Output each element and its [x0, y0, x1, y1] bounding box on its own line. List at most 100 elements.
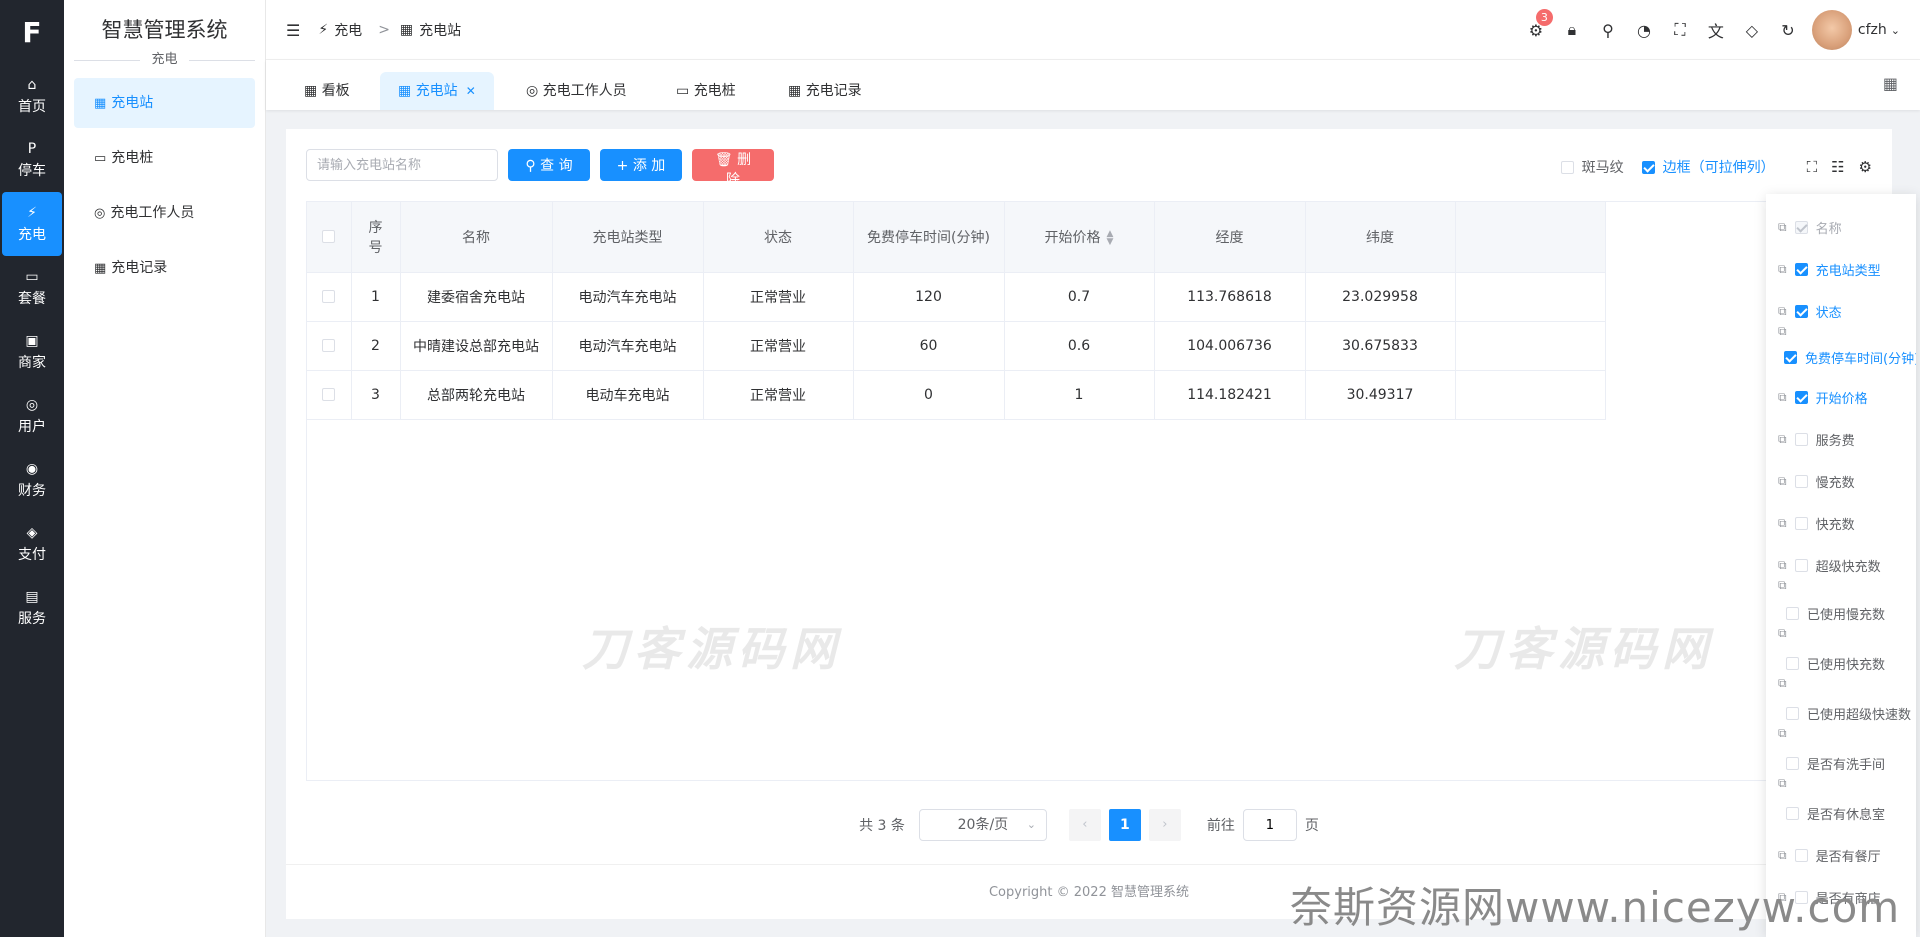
drag-handle-row[interactable]: ⧉	[1778, 626, 1795, 641]
settings-icon[interactable]: ⚙	[1859, 158, 1872, 176]
rail-item-merchant[interactable]: ▣ 商家	[0, 320, 64, 384]
apps-grid-icon[interactable]: ▦	[1883, 74, 1898, 93]
column-checkbox[interactable]	[1794, 391, 1808, 404]
drag-handle-icon[interactable]: ⧉	[1778, 324, 1787, 339]
page-number-current[interactable]: 1	[1108, 809, 1141, 841]
tab-station[interactable]: ▦ 充电站 ✕	[380, 72, 494, 110]
column-option[interactable]: ⧉ 是否有餐厅	[1778, 846, 1881, 865]
drag-handle-icon[interactable]: ⧉	[1778, 516, 1787, 531]
drag-handle-icon[interactable]: ⧉	[1778, 726, 1787, 741]
drag-handle-icon[interactable]: ⧉	[1778, 848, 1787, 863]
rail-item-service[interactable]: ▤ 服务	[0, 576, 64, 640]
stripe-checkbox[interactable]	[1560, 160, 1574, 174]
stripe-label[interactable]: 斑马纹	[1582, 157, 1624, 177]
column-option[interactable]: 是否有洗手间	[1786, 754, 1885, 773]
column-option[interactable]: ⧉ 慢充数	[1778, 472, 1855, 491]
next-page-button[interactable]: ›	[1148, 809, 1181, 841]
fullscreen-icon[interactable]: ⛶	[1807, 158, 1818, 176]
drag-handle-icon[interactable]: ⧉	[1778, 776, 1787, 791]
drag-handle-icon[interactable]: ⧉	[1778, 474, 1787, 489]
column-checkbox[interactable]	[1794, 475, 1808, 488]
drag-handle-icon[interactable]: ⧉	[1778, 676, 1787, 691]
column-option[interactable]: ⧉ 名称	[1778, 218, 1842, 237]
column-option[interactable]: 已使用慢充数	[1786, 604, 1885, 623]
column-checkbox[interactable]	[1786, 757, 1799, 770]
drag-handle-row[interactable]: ⧉	[1778, 726, 1795, 741]
drag-handle-icon[interactable]: ⧉	[1778, 626, 1787, 641]
column-checkbox[interactable]	[1794, 263, 1808, 276]
row-checkbox[interactable]	[322, 388, 336, 401]
breadcrumb-parent[interactable]: 充电	[334, 20, 362, 40]
drag-handle-row[interactable]: ⧉	[1778, 578, 1795, 593]
column-option[interactable]: ⧉ 服务费	[1778, 430, 1855, 449]
column-option[interactable]: ⧉ 开始价格	[1778, 388, 1868, 407]
drag-handle-icon[interactable]: ⧉	[1778, 220, 1787, 235]
border-label[interactable]: 边框（可拉伸列）	[1663, 157, 1775, 177]
column-option[interactable]: 是否有休息室	[1786, 804, 1885, 823]
avatar[interactable]	[1811, 10, 1852, 50]
sidebar-item-station[interactable]: ▦ 充电站	[74, 78, 255, 128]
add-button[interactable]: + 添 加	[600, 149, 682, 181]
select-all-checkbox[interactable]	[322, 230, 336, 244]
tab-staff[interactable]: ◎ 充电工作人员	[508, 72, 645, 110]
close-icon[interactable]: ✕	[466, 84, 476, 98]
table-row[interactable]: 2 中晴建设总部充电站 电动汽车充电站 正常营业 60 0.6 104.0067…	[307, 321, 1606, 371]
sidebar-item-staff[interactable]: ◎ 充电工作人员	[74, 188, 255, 238]
user-menu[interactable]: cfzh ⌄	[1811, 10, 1900, 50]
column-header-sortable[interactable]: 开始价格 ▲ ▼	[1004, 202, 1155, 273]
drag-handle-icon[interactable]: ⧉	[1778, 304, 1787, 319]
table-row[interactable]: 1 建委宿舍充电站 电动汽车充电站 正常营业 120 0.7 113.76861…	[307, 272, 1606, 322]
column-checkbox[interactable]	[1794, 305, 1808, 318]
rail-item-parking[interactable]: P 停车	[0, 128, 64, 192]
table-row[interactable]: 3 总部两轮充电站 电动车充电站 正常营业 0 1 114.182421 30.…	[307, 370, 1606, 420]
drag-handle-icon[interactable]: ⧉	[1778, 432, 1787, 447]
drag-handle-icon[interactable]: ⧉	[1778, 558, 1787, 573]
goto-page-input[interactable]	[1242, 809, 1297, 841]
notification-icon[interactable]: ⚙ 3	[1518, 8, 1554, 40]
bell-icon[interactable]: ◔	[1626, 21, 1662, 40]
drag-handle-icon[interactable]: ⧉	[1778, 262, 1787, 277]
rail-item-payment[interactable]: ◈ 支付	[0, 512, 64, 576]
search-icon[interactable]: ⚲	[1590, 21, 1626, 40]
tab-records[interactable]: ▦ 充电记录	[770, 72, 880, 110]
drag-handle-row[interactable]: ⧉	[1778, 324, 1795, 339]
column-option[interactable]: ⧉ 状态	[1778, 302, 1842, 321]
row-checkbox[interactable]	[322, 339, 336, 352]
sort-icon[interactable]: ▲ ▼	[1107, 229, 1114, 246]
drag-handle-row[interactable]: ⧉	[1778, 676, 1795, 691]
density-icon[interactable]: ☷	[1831, 158, 1844, 176]
column-checkbox[interactable]	[1786, 807, 1799, 820]
sidebar-item-records[interactable]: ▦ 充电记录	[74, 243, 255, 293]
tab-pile[interactable]: ▭ 充电桩	[658, 72, 754, 110]
border-checkbox[interactable]	[1641, 160, 1655, 174]
column-option[interactable]: ⧉ 充电站类型	[1778, 260, 1881, 279]
drag-handle-icon[interactable]: ⧉	[1778, 390, 1787, 405]
column-checkbox[interactable]	[1786, 607, 1799, 620]
column-option[interactable]: 免费停车时间(分钟)	[1784, 348, 1916, 367]
column-checkbox[interactable]	[1794, 559, 1808, 572]
query-button[interactable]: ⚲ 查 询	[508, 149, 590, 181]
sidebar-item-pile[interactable]: ▭ 充电桩	[74, 133, 255, 183]
column-checkbox[interactable]	[1786, 707, 1799, 720]
collapse-menu-icon[interactable]: ☰	[286, 21, 300, 40]
column-option[interactable]: 已使用快充数	[1786, 654, 1885, 673]
page-size-select[interactable]: 20条/页 ⌄	[918, 809, 1047, 841]
translate-icon[interactable]: 文	[1698, 18, 1734, 42]
column-checkbox[interactable]	[1794, 517, 1808, 530]
tab-dashboard[interactable]: ▦ 看板	[286, 72, 368, 110]
column-option[interactable]: ⧉ 快充数	[1778, 514, 1855, 533]
row-checkbox[interactable]	[322, 290, 336, 303]
column-option[interactable]: ⧉ 超级快充数	[1778, 556, 1881, 575]
rail-item-charging[interactable]: ⚡ 充电	[2, 192, 62, 256]
column-checkbox[interactable]	[1786, 657, 1799, 670]
rail-item-package[interactable]: ▭ 套餐	[0, 256, 64, 320]
drag-handle-row[interactable]: ⧉	[1778, 776, 1795, 791]
theme-icon[interactable]: ◇	[1734, 21, 1770, 40]
delete-button[interactable]: 🗑︎ 删 除	[692, 149, 774, 188]
station-search-input[interactable]	[306, 149, 498, 181]
rail-item-user[interactable]: ◎ 用户	[0, 384, 64, 448]
column-option[interactable]: 已使用超级快速数	[1786, 704, 1911, 723]
column-checkbox[interactable]	[1794, 433, 1808, 446]
lock-icon[interactable]: 🔒︎	[1554, 20, 1590, 40]
prev-page-button[interactable]: ‹	[1068, 809, 1101, 841]
